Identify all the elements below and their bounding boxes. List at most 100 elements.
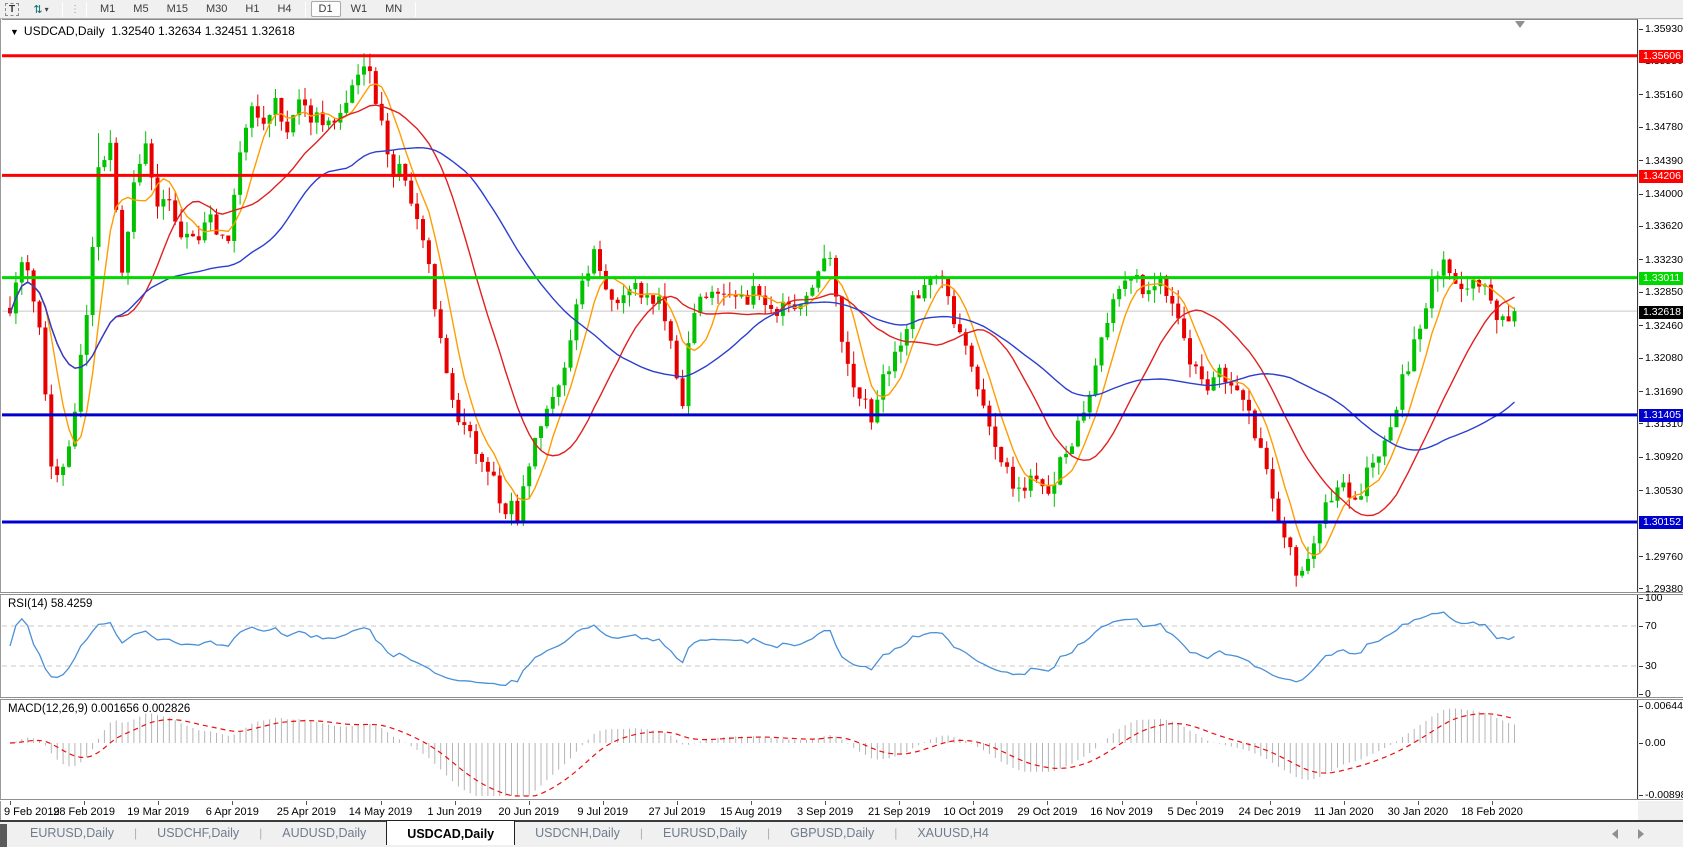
candle-body	[905, 329, 909, 345]
chart-tab-eurusd[interactable]: EURUSD,Daily	[643, 822, 767, 847]
chart-tab-audusd[interactable]: AUDUSD,Daily	[262, 822, 386, 847]
candle-body	[1347, 482, 1351, 497]
price-tick-label: 1.35160	[1645, 89, 1683, 101]
timeframe-button-m1[interactable]: M1	[92, 1, 123, 17]
timeframe-button-h1[interactable]: H1	[237, 1, 267, 17]
time-tick-mark	[381, 801, 382, 805]
moving-average-fast[interactable]	[10, 84, 1515, 556]
price-tick-mark	[1639, 588, 1643, 589]
price-tick-mark	[1639, 391, 1643, 392]
timeframe-group: M1M5M15M30H1H4 D1W1MN	[82, 1, 420, 17]
rsi-tick-mark	[1639, 694, 1643, 695]
price-tick-mark	[1639, 457, 1643, 458]
timeframe-button-m30[interactable]: M30	[198, 1, 235, 17]
candle-body	[26, 262, 30, 270]
rsi-tick-mark	[1639, 626, 1643, 627]
candle-body	[55, 466, 59, 475]
candle-body	[1389, 427, 1393, 440]
moving-average-slow[interactable]	[10, 148, 1515, 450]
tab-scroll-right-icon[interactable]	[1638, 829, 1644, 839]
time-axis[interactable]: 9 Feb 201928 Feb 201919 Mar 20196 Apr 20…	[2, 801, 1638, 820]
candle-body	[1442, 260, 1446, 276]
timeframe-button-mn[interactable]: MN	[377, 1, 410, 17]
candle-body	[704, 297, 708, 298]
candle-body	[244, 128, 248, 153]
candlestick-chart[interactable]	[2, 20, 1637, 592]
chart-tab-eurusd[interactable]: EURUSD,Daily	[10, 822, 134, 847]
candle-body	[675, 341, 679, 379]
timeframe-button-h4[interactable]: H4	[269, 1, 299, 17]
candle-body	[923, 285, 927, 298]
chart-menu-triangle-icon[interactable]: ▼	[10, 27, 19, 37]
candle-body	[167, 199, 171, 200]
tab-scroll-left-icon[interactable]	[1612, 829, 1618, 839]
candle-body	[580, 281, 584, 305]
rsi-tick-mark	[1639, 598, 1643, 599]
timeframe-button-d1[interactable]: D1	[311, 1, 341, 17]
candle-body	[150, 143, 154, 177]
toolbar-separator	[305, 2, 306, 17]
price-tick-label: 1.35930	[1645, 23, 1683, 35]
chart-shift-marker-icon[interactable]	[1515, 21, 1525, 28]
candle-body	[545, 409, 549, 426]
candle-body	[173, 200, 177, 221]
rsi-indicator-panel[interactable]	[2, 595, 1638, 697]
arrows-icon: ⇅	[33, 3, 42, 16]
candle-body	[427, 240, 431, 264]
candle-body	[504, 503, 508, 514]
candle-body	[1123, 281, 1127, 289]
indicators-button[interactable]: ⇅ ▾	[26, 1, 56, 17]
candle-body	[102, 160, 106, 167]
candle-body	[598, 249, 602, 271]
candle-body	[1247, 400, 1251, 411]
macd-tick-mark	[1639, 795, 1643, 796]
time-tick-mark	[677, 801, 678, 805]
price-tick-mark	[1639, 259, 1643, 260]
chart-tab-gbpusd[interactable]: GBPUSD,Daily	[770, 822, 894, 847]
time-tick-mark	[899, 801, 900, 805]
price-tick-label: 1.32460	[1645, 320, 1683, 332]
price-level-badge: 1.30152	[1639, 516, 1683, 529]
candle-body	[1129, 279, 1133, 280]
price-tick-label: 1.33230	[1645, 254, 1683, 266]
price-tick-mark	[1639, 127, 1643, 128]
toolbar-grip: ⋮	[70, 4, 79, 15]
price-tick-mark	[1639, 358, 1643, 359]
chart-title: ▼USDCAD,Daily 1.32540 1.32634 1.32451 1.…	[10, 24, 295, 38]
candle-body	[91, 247, 95, 315]
moving-average-medium[interactable]	[10, 105, 1515, 515]
timeframe-button-m5[interactable]: M5	[125, 1, 156, 17]
candle-body	[1200, 366, 1204, 379]
time-tick-label: 9 Jul 2019	[577, 806, 628, 818]
rsi-tick-mark	[1639, 666, 1643, 667]
chart-tab-xauusd[interactable]: XAUUSD,H4	[897, 822, 1009, 847]
candle-body	[197, 236, 201, 240]
time-tick-mark	[1492, 801, 1493, 805]
rsi-axis[interactable]: 10070300	[1639, 595, 1683, 697]
macd-axis[interactable]: 0.0064480.00-0.008982	[1639, 700, 1683, 799]
mt4-application: T ⇅ ▾ ⋮ M1M5M15M30H1H4D1W1MN ▼USDCAD,Dai…	[0, 0, 1683, 847]
chart-tab-usdchf[interactable]: USDCHF,Daily	[137, 822, 259, 847]
timeframe-button-w1[interactable]: W1	[343, 1, 376, 17]
rsi-tick-label: 30	[1645, 660, 1657, 672]
time-tick-mark	[1122, 801, 1123, 805]
price-tick-label: 1.32080	[1645, 352, 1683, 364]
chart-tab-usdcnh[interactable]: USDCNH,Daily	[515, 822, 640, 847]
candle-body	[1035, 476, 1039, 480]
macd-chart[interactable]	[2, 700, 1637, 799]
rsi-tick-label: 100	[1645, 592, 1663, 604]
candle-body	[1430, 279, 1434, 309]
chart-tab-usdcad-active[interactable]: USDCAD,Daily	[386, 820, 515, 845]
timeframe-button-m15[interactable]: M15	[159, 1, 196, 17]
candle-body	[1395, 410, 1399, 427]
rsi-chart[interactable]	[2, 595, 1637, 697]
price-axis[interactable]: 1.359301.355501.351601.347801.343901.340…	[1639, 20, 1683, 592]
text-tool-button[interactable]: T	[2, 1, 22, 17]
time-tick-mark	[1418, 801, 1419, 805]
candlestick-chart-panel[interactable]	[2, 19, 1638, 592]
macd-indicator-panel[interactable]	[2, 700, 1638, 799]
candle-body	[309, 105, 313, 122]
candle-body	[1105, 323, 1109, 337]
candle-body	[1212, 377, 1216, 390]
candle-body	[846, 342, 850, 364]
